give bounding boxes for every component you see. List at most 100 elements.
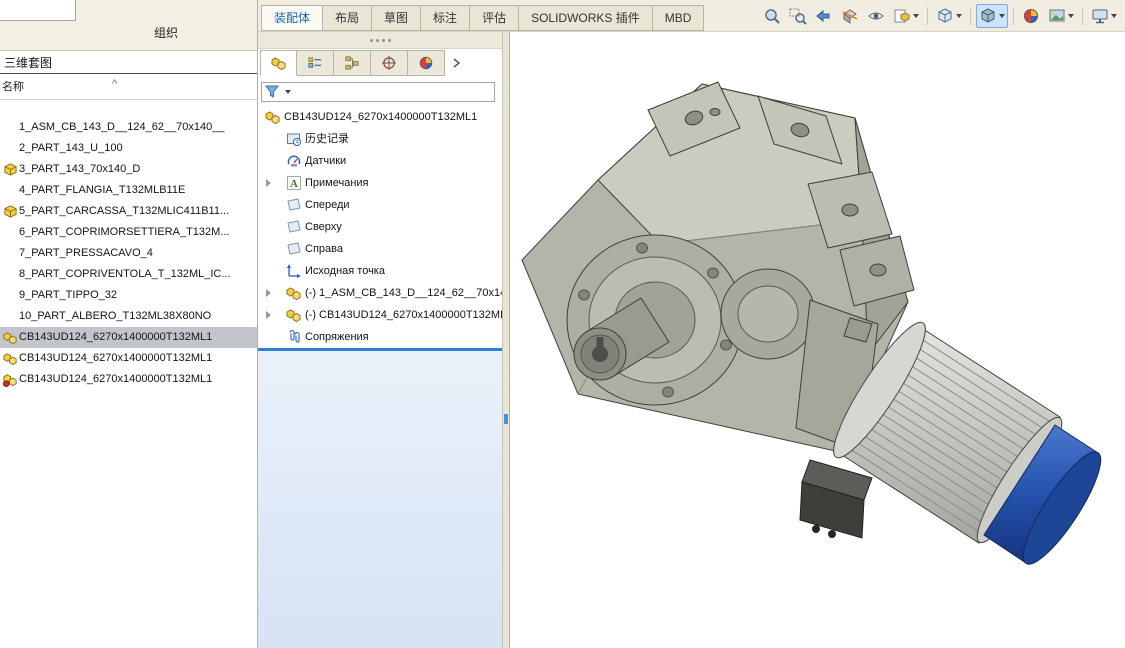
sort-ascending-indicator[interactable]: ^ xyxy=(112,72,117,96)
feature-manager-panel: CB143UD124_6270x1400000T132ML1 历史记录 Датч… xyxy=(258,32,502,648)
mates-icon xyxy=(286,329,302,345)
list-item[interactable]: 7_PART_PRESSACAVO_4 xyxy=(0,243,257,264)
tree-node-plane-right[interactable]: Справа xyxy=(258,238,502,260)
dynamic-annotation-views-button[interactable] xyxy=(864,4,888,28)
column-header-name[interactable]: 名称 ^ xyxy=(0,75,257,100)
tree-node-history[interactable]: 历史记录 xyxy=(258,128,502,150)
list-item[interactable]: 9_PART_TIPPO_32 xyxy=(0,285,257,306)
section-view-button[interactable] xyxy=(838,4,862,28)
tab-solidworks-addins[interactable]: SOLIDWORKS 插件 xyxy=(518,5,652,31)
list-item[interactable]: 10_PART_ALBERO_T132ML38X80NO xyxy=(0,306,257,327)
display-style-icon xyxy=(979,7,997,25)
list-item-label: 7_PART_PRESSACAVO_4 xyxy=(19,247,153,259)
tree-node-label: CB143UD124_6270x1400000T132ML1 xyxy=(258,106,502,128)
more-tabs-button[interactable] xyxy=(445,50,467,76)
list-item[interactable]: 5_PART_CARCASSA_T132MLIC411B11... xyxy=(0,201,257,222)
list-item[interactable]: 3_PART_143_70x140_D xyxy=(0,159,257,180)
list-item[interactable]: CB143UD124_6270x1400000T132ML1 xyxy=(0,369,257,390)
zoom-to-area-button[interactable] xyxy=(786,4,810,28)
display-style-button[interactable] xyxy=(976,4,1008,28)
tab-sketch[interactable]: 草图 xyxy=(371,5,420,31)
list-item-label: CB143UD124_6270x1400000T132ML1 xyxy=(19,331,212,343)
list-item[interactable]: 6_PART_COPRIMORSETTIERA_T132M... xyxy=(0,222,257,243)
model-3d-view[interactable] xyxy=(510,32,1125,648)
headsup-toolbar xyxy=(759,3,1121,29)
tree-node-plane-front[interactable]: Спереди xyxy=(258,194,502,216)
tree-node-origin[interactable]: Исходная точка xyxy=(258,260,502,282)
tree-node-annotations[interactable]: A Примечания xyxy=(258,172,502,194)
tab-assembly[interactable]: 装配体 xyxy=(261,5,322,31)
plane-icon xyxy=(286,197,302,213)
tab-mbd[interactable]: MBD xyxy=(652,5,705,31)
organization-panel-header: 组织 xyxy=(0,0,257,50)
tab-display-manager[interactable] xyxy=(408,50,445,76)
dropdown-caret-icon xyxy=(285,90,291,94)
list-item-label: CB143UD124_6270x1400000T132ML1 xyxy=(19,373,212,385)
tab-feature-tree[interactable] xyxy=(260,50,297,76)
list-item-selected[interactable]: CB143UD124_6270x1400000T132ML1 xyxy=(0,327,257,348)
chevron-right-icon xyxy=(451,58,461,68)
tab-organization[interactable]: 组织 xyxy=(118,22,214,44)
svg-text:A: A xyxy=(290,178,298,190)
filter-funnel-icon xyxy=(265,85,281,99)
list-item-label: 6_PART_COPRIMORSETTIERA_T132M... xyxy=(19,226,229,238)
expand-arrow-icon[interactable] xyxy=(266,289,271,297)
handle-dot xyxy=(382,39,385,42)
expand-arrow-icon[interactable] xyxy=(266,311,271,319)
assembly-red-icon xyxy=(3,372,18,387)
handle-dot xyxy=(388,39,391,42)
tab-property-manager[interactable] xyxy=(297,50,334,76)
list-item[interactable]: 8_PART_COPRIVENTOLA_T_132ML_IC... xyxy=(0,264,257,285)
tree-node-mates[interactable]: Сопряжения xyxy=(258,326,502,348)
list-item-label: 2_PART_143_U_100 xyxy=(19,142,123,154)
configurations-icon xyxy=(344,55,360,71)
tab-dimxpert[interactable] xyxy=(371,50,408,76)
organization-panel-combo[interactable] xyxy=(0,0,76,21)
terminal-box xyxy=(800,460,872,538)
edit-appearance-icon xyxy=(1022,7,1040,25)
tree-node-subassembly-1[interactable]: (-) 1_ASM_CB_143_D__124_62__70x140__ xyxy=(258,282,502,304)
origin-icon xyxy=(286,263,302,279)
solidworks-window: 组织 三维套图 名称 ^ 1_ASM_CB_143_D__124_62__70x… xyxy=(0,0,1125,648)
graphics-area[interactable] xyxy=(510,32,1125,648)
view-orientation-button[interactable] xyxy=(933,4,965,28)
zoom-to-fit-button[interactable] xyxy=(760,4,784,28)
toolbar-separator xyxy=(970,7,971,25)
toolbar-separator xyxy=(1082,7,1083,25)
view-settings-button[interactable] xyxy=(1088,4,1120,28)
tab-layout[interactable]: 布局 xyxy=(322,5,371,31)
tree-node-subassembly-2[interactable]: (-) CB143UD124_6270x1400000T132ML1 xyxy=(258,304,502,326)
command-manager-bar: 装配体 布局 草图 标注 评估 SOLIDWORKS 插件 MBD xyxy=(258,0,1125,32)
feature-manager-tabs xyxy=(260,50,467,77)
panel-splitter[interactable] xyxy=(502,32,510,648)
tree-root-assembly[interactable]: CB143UD124_6270x1400000T132ML1 xyxy=(258,106,502,128)
filter-button[interactable] xyxy=(261,82,495,102)
dropdown-caret-icon xyxy=(1111,14,1117,18)
tab-configurations[interactable] xyxy=(334,50,371,76)
tree-node-sensors[interactable]: Датчики xyxy=(258,150,502,172)
list-item[interactable]: CB143UD124_6270x1400000T132ML1 xyxy=(0,348,257,369)
list-item[interactable]: 1_ASM_CB_143_D__124_62__70x140__ xyxy=(0,117,257,138)
annotations-icon: A xyxy=(286,175,302,191)
list-item-label: 3_PART_143_70x140_D xyxy=(19,163,140,175)
previous-view-button[interactable] xyxy=(812,4,836,28)
input-boss xyxy=(721,269,815,359)
expand-arrow-icon[interactable] xyxy=(266,179,271,187)
apply-scene-button[interactable] xyxy=(1045,4,1077,28)
dynamic-annotation-views-icon xyxy=(867,7,885,25)
list-item-label: 10_PART_ALBERO_T132ML38X80NO xyxy=(19,310,211,322)
tree-node-plane-top[interactable]: Сверху xyxy=(258,216,502,238)
tab-evaluate[interactable]: 评估 xyxy=(469,5,518,31)
display-manager-icon xyxy=(418,55,434,71)
list-item[interactable]: 4_PART_FLANGIA_T132MLB11E xyxy=(0,180,257,201)
3d-drawing-view-button[interactable] xyxy=(890,4,922,28)
dimxpert-icon xyxy=(381,55,397,71)
feature-tree: CB143UD124_6270x1400000T132ML1 历史记录 Датч… xyxy=(258,106,502,348)
sensors-icon xyxy=(286,153,302,169)
edit-appearance-button[interactable] xyxy=(1019,4,1043,28)
splitter-handle[interactable] xyxy=(504,414,508,424)
part-icon xyxy=(3,204,18,219)
panel-collapse-handle[interactable] xyxy=(258,32,502,49)
list-item[interactable]: 2_PART_143_U_100 xyxy=(0,138,257,159)
tab-markup[interactable]: 标注 xyxy=(420,5,469,31)
